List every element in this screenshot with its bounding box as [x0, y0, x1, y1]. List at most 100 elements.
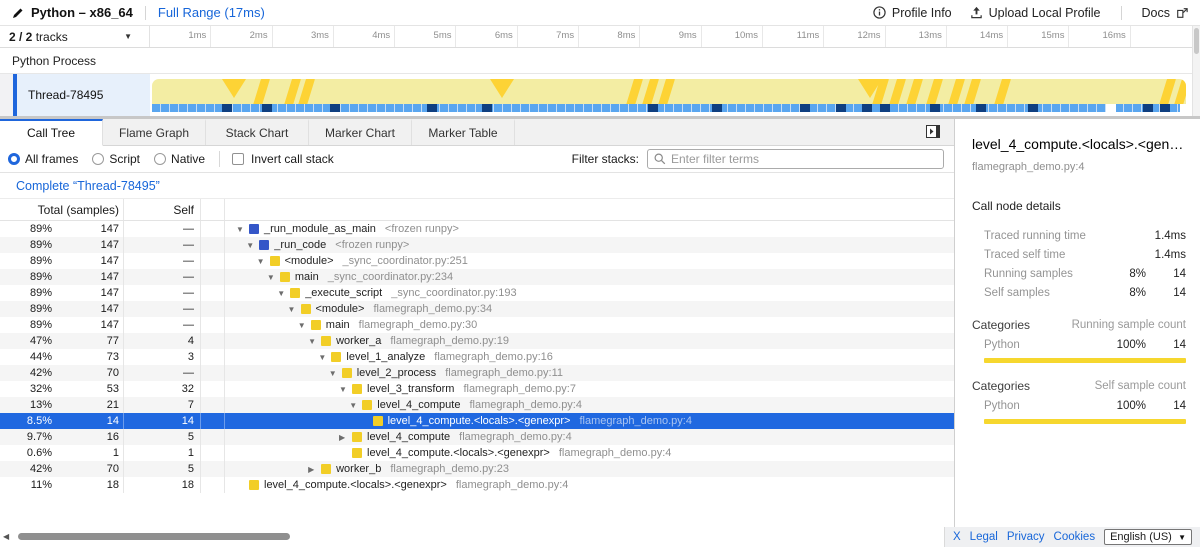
search-icon: [654, 153, 666, 165]
tab-marker-table[interactable]: Marker Table: [412, 119, 515, 145]
sidebar-toggle-button[interactable]: [926, 125, 940, 143]
radio-dot[interactable]: [8, 153, 20, 165]
expander-icon[interactable]: ▼: [339, 385, 352, 394]
row-self-samples: —: [124, 221, 201, 237]
radio-label: Native: [171, 152, 205, 166]
scrollbar-thumb[interactable]: [18, 533, 290, 540]
call-tree-row[interactable]: 89%147 — ▼ _run_code <frozen runpy>: [0, 237, 954, 253]
call-tree-row[interactable]: 89%147 — ▼ <module> flamegraph_demo.py:3…: [0, 301, 954, 317]
expander-icon[interactable]: ▼: [298, 321, 311, 330]
call-tree-row[interactable]: 42%70 — ▼ level_2_process flamegraph_dem…: [0, 365, 954, 381]
row-spacer: [201, 285, 225, 301]
call-tree-row[interactable]: 89%147 — ▼ main flamegraph_demo.py:30: [0, 317, 954, 333]
call-tree-row[interactable]: 89%147 — ▼ main _sync_coordinator.py:234: [0, 269, 954, 285]
radio-script[interactable]: Script: [92, 152, 140, 166]
footer-link-x[interactable]: X: [953, 531, 961, 543]
category-color-icon: [290, 288, 300, 298]
breadcrumb-root-link[interactable]: Complete “Thread-78495”: [16, 179, 160, 193]
process-track-header[interactable]: Python Process: [0, 48, 1200, 74]
expander-icon[interactable]: ▼: [257, 257, 270, 266]
tab-flame-graph[interactable]: Flame Graph: [103, 119, 206, 145]
docs-link[interactable]: Docs: [1142, 6, 1188, 20]
thread-activity-track[interactable]: [150, 74, 1200, 116]
function-name: worker_b: [336, 463, 381, 475]
sample-block: [222, 104, 232, 112]
expander-icon[interactable]: ▶: [308, 465, 321, 474]
call-tree-row[interactable]: 13%21 7 ▼ level_4_compute flamegraph_dem…: [0, 397, 954, 413]
row-total-samples: 147: [52, 287, 123, 299]
radio-all-frames[interactable]: All frames: [8, 152, 78, 166]
call-tree-row[interactable]: 8.5%14 14 level_4_compute.<locals>.<gene…: [0, 413, 954, 429]
column-self-header[interactable]: Self: [124, 199, 201, 220]
function-file: flamegraph_demo.py:4: [559, 447, 672, 459]
row-total-samples: 147: [52, 239, 123, 251]
call-tree-row[interactable]: 32%53 32 ▼ level_3_transform flamegraph_…: [0, 381, 954, 397]
call-tree-row[interactable]: 89%147 — ▼ <module> _sync_coordinator.py…: [0, 253, 954, 269]
footer: ◀ X Legal Privacy Cookies English (US) ▼: [0, 527, 1200, 547]
row-self-samples: 7: [124, 397, 201, 413]
scroll-left-arrow-icon[interactable]: ◀: [3, 532, 9, 541]
row-self-samples: —: [124, 237, 201, 253]
profile-info-button[interactable]: Profile Info: [873, 6, 952, 20]
footer-link-privacy[interactable]: Privacy: [1007, 531, 1045, 543]
column-total-header[interactable]: Total (samples): [0, 199, 124, 220]
radio-native[interactable]: Native: [154, 152, 205, 166]
call-tree-row[interactable]: 0.6%1 1 level_4_compute.<locals>.<genexp…: [0, 445, 954, 461]
call-tree-row[interactable]: 47%77 4 ▼ worker_a flamegraph_demo.py:19: [0, 333, 954, 349]
call-tree-row[interactable]: 11%18 18 level_4_compute.<locals>.<genex…: [0, 477, 954, 493]
call-tree-row[interactable]: 9.7%16 5 ▶ level_4_compute flamegraph_de…: [0, 429, 954, 445]
function-file: flamegraph_demo.py:34: [373, 303, 492, 315]
expander-icon[interactable]: ▼: [246, 241, 259, 250]
filter-stacks-input[interactable]: [671, 152, 937, 166]
timeline-ruler[interactable]: 1ms2ms3ms4ms5ms6ms7ms8ms9ms10ms11ms12ms1…: [150, 26, 1200, 47]
scrollbar-thumb[interactable]: [1194, 28, 1199, 54]
upload-profile-button[interactable]: Upload Local Profile: [970, 6, 1101, 20]
call-tree-row[interactable]: 42%70 5 ▶ worker_b flamegraph_demo.py:23: [0, 461, 954, 477]
row-total-percent: 32%: [0, 383, 52, 395]
expander-icon[interactable]: ▶: [339, 433, 352, 442]
gc-marker-icon: [1173, 79, 1186, 104]
expander-icon[interactable]: ▼: [349, 401, 362, 410]
function-file: flamegraph_demo.py:4: [459, 431, 572, 443]
footer-link-legal[interactable]: Legal: [970, 531, 998, 543]
expander-icon[interactable]: ▼: [267, 273, 280, 282]
footer-link-cookies[interactable]: Cookies: [1054, 531, 1096, 543]
category-row: Python100%14: [972, 334, 1186, 355]
tab-marker-chart[interactable]: Marker Chart: [309, 119, 412, 145]
sample-block: [800, 104, 810, 112]
horizontal-scrollbar[interactable]: ◀: [0, 527, 944, 547]
invert-call-stack-checkbox[interactable]: [232, 153, 244, 165]
row-spacer: [201, 333, 225, 349]
call-tree-row[interactable]: 89%147 — ▼ _execute_script _sync_coordin…: [0, 285, 954, 301]
row-spacer: [201, 397, 225, 413]
radio-dot[interactable]: [92, 153, 104, 165]
function-file: _sync_coordinator.py:234: [328, 271, 453, 283]
expander-icon[interactable]: ▼: [318, 353, 331, 362]
call-tree-row[interactable]: 44%73 3 ▼ level_1_analyze flamegraph_dem…: [0, 349, 954, 365]
categories-section: CategoriesSelf sample countPython100%14: [972, 377, 1186, 424]
category-color-icon: [249, 224, 259, 234]
expander-icon[interactable]: ▼: [329, 369, 342, 378]
function-file: _sync_coordinator.py:193: [391, 287, 516, 299]
radio-dot[interactable]: [154, 153, 166, 165]
invert-call-stack-label: Invert call stack: [251, 152, 334, 166]
language-select[interactable]: English (US) ▼: [1104, 529, 1192, 545]
full-range-link[interactable]: Full Range (17ms): [158, 5, 265, 20]
tracks-dropdown[interactable]: 2 / 2 tracks ▼: [0, 26, 150, 47]
expander-icon[interactable]: ▼: [277, 289, 290, 298]
expander-icon[interactable]: ▼: [288, 305, 301, 314]
details-sidebar: level_4_compute.<locals>.<genexpr> flame…: [955, 119, 1200, 527]
row-total-percent: 42%: [0, 367, 52, 379]
function-file: flamegraph_demo.py:4: [469, 399, 582, 411]
thread-label[interactable]: Thread-78495: [17, 74, 150, 116]
call-tree-row[interactable]: 89%147 — ▼ _run_module_as_main <frozen r…: [0, 221, 954, 237]
tab-stack-chart[interactable]: Stack Chart: [206, 119, 309, 145]
tab-call-tree[interactable]: Call Tree: [0, 119, 103, 146]
row-total-samples: 73: [52, 351, 123, 363]
function-name: main: [295, 271, 319, 283]
expander-icon[interactable]: ▼: [308, 337, 321, 346]
tracks-vertical-scrollbar[interactable]: [1192, 26, 1200, 116]
gc-marker-icon: [947, 79, 966, 104]
pencil-icon[interactable]: [12, 7, 24, 19]
expander-icon[interactable]: ▼: [236, 225, 249, 234]
